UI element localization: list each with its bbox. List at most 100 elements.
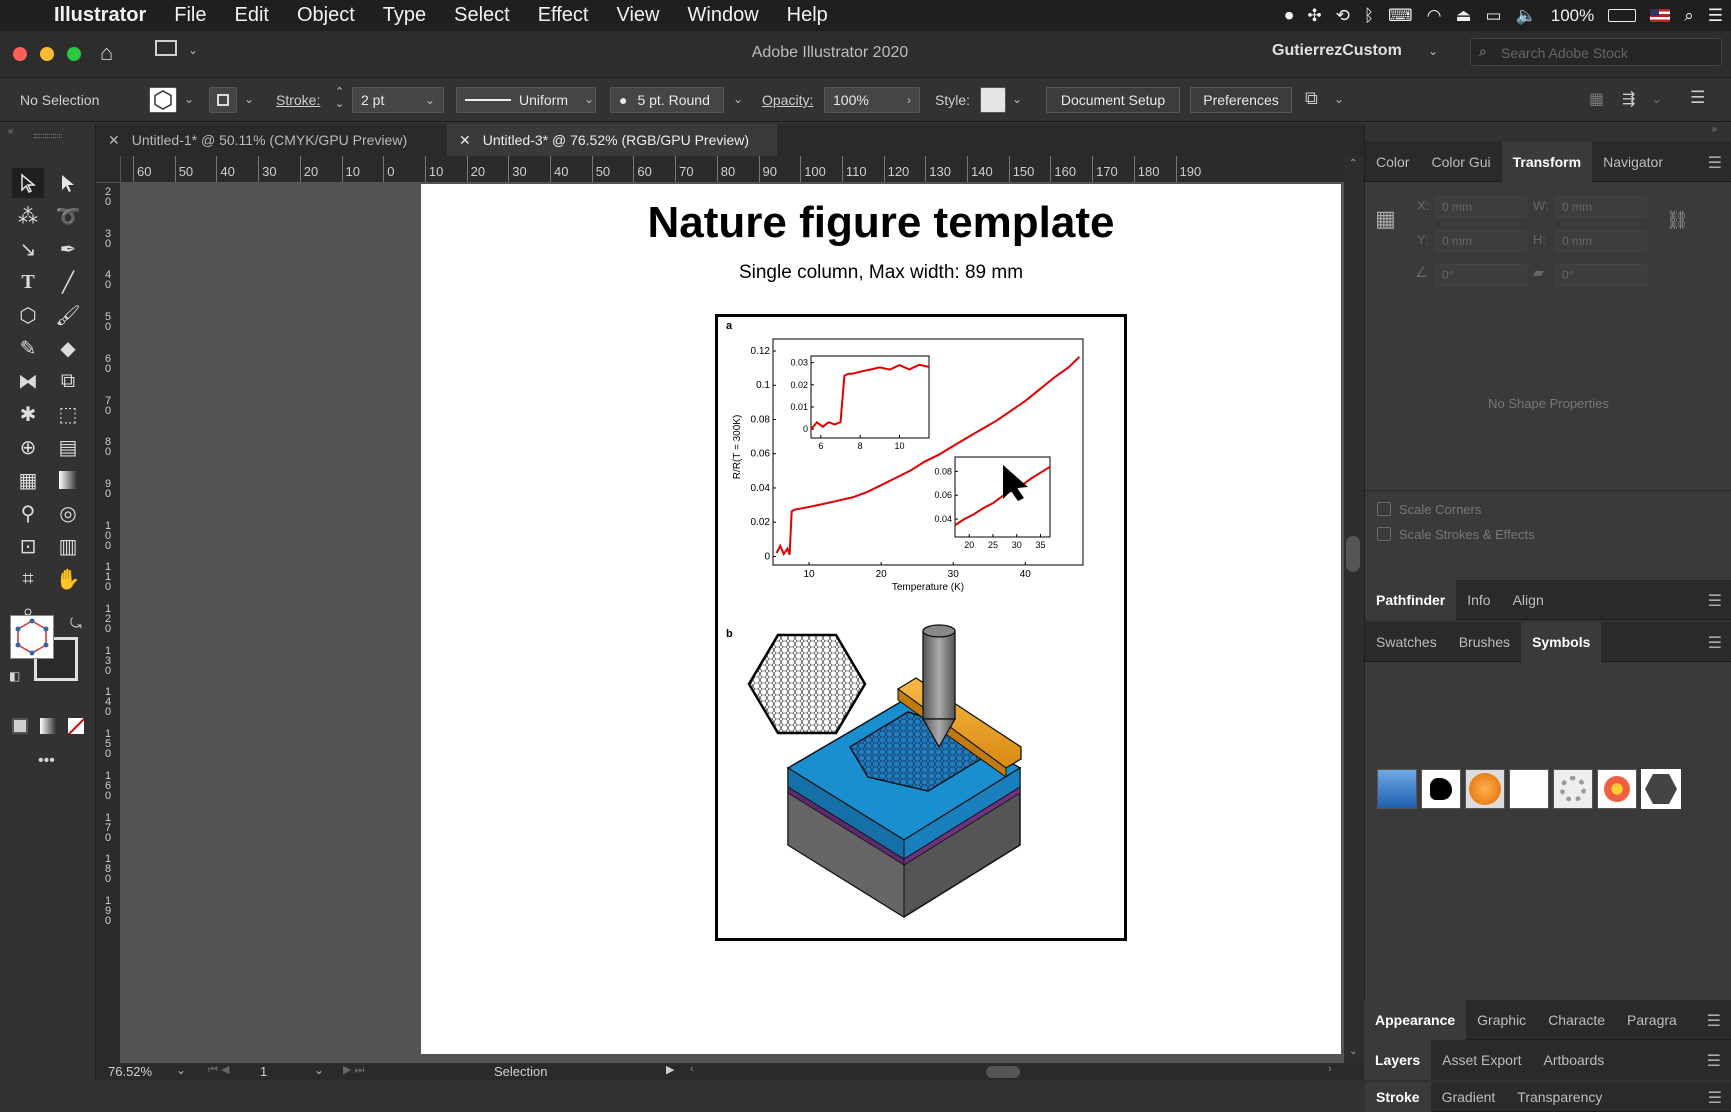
mesh-tool-icon[interactable]: ▦ (12, 465, 44, 495)
scroll-left-icon[interactable]: ‹ (690, 1063, 694, 1075)
symbol-flower[interactable] (1597, 769, 1637, 809)
menu-view[interactable]: View (603, 4, 674, 27)
scroll-down-icon[interactable]: ⌄ (1349, 1046, 1357, 1057)
menu-effect[interactable]: Effect (524, 4, 603, 27)
menu-window[interactable]: Window (674, 4, 773, 27)
tab-untitled-1[interactable]: ✕ Untitled-1* @ 50.11% (CMYK/GPU Preview… (96, 124, 446, 156)
tab-swatches[interactable]: Swatches (1365, 622, 1448, 662)
chevron-down-icon[interactable]: ⌄ (733, 92, 743, 106)
tab-navigator[interactable]: Navigator (1592, 142, 1674, 182)
menu-edit[interactable]: Edit (220, 4, 282, 27)
shaper-tool-icon[interactable]: ✎ (12, 333, 44, 363)
scroll-right-icon[interactable]: › (1328, 1063, 1332, 1075)
reflect-tool-icon[interactable]: ⧓ (12, 366, 44, 396)
gradient-tool-icon[interactable] (52, 465, 84, 495)
fan-icon[interactable]: ✣ (1307, 6, 1321, 26)
control-center-icon[interactable]: ☰ (1708, 6, 1723, 26)
fill-swatch[interactable] (149, 87, 177, 113)
opacity-label[interactable]: Opacity: (762, 92, 813, 108)
horizontal-scrollbar-thumb[interactable] (986, 1066, 1020, 1078)
next-artboard-icon[interactable]: ▶ ⏭ (343, 1063, 364, 1077)
tab-layers[interactable]: Layers (1364, 1040, 1432, 1080)
tab-transparency[interactable]: Transparency (1506, 1082, 1613, 1112)
figure-frame[interactable]: a b 10 20 30 40 0 0.02 0.04 0.06 0.08 0.1 0.12 R/R… (715, 314, 1127, 941)
column-graph-tool-icon[interactable]: ▥ (52, 531, 84, 561)
tab-pathfinder[interactable]: Pathfinder (1365, 579, 1457, 620)
battery-icon[interactable] (1608, 9, 1637, 22)
preferences-button[interactable]: Preferences (1190, 87, 1292, 113)
document-setup-button[interactable]: Document Setup (1046, 87, 1180, 113)
chevron-down-icon[interactable]: ⌄ (244, 92, 254, 106)
eject-icon[interactable]: ⏏ (1455, 6, 1471, 26)
align-grid-icon[interactable]: ▦ (1589, 89, 1604, 109)
symbol-orange-button[interactable] (1465, 769, 1505, 809)
chevron-down-icon[interactable]: ⌄ (184, 92, 194, 106)
bluetooth-icon[interactable]: ᛒ (1364, 6, 1374, 26)
status-menu-icon[interactable]: ▶ (666, 1063, 674, 1076)
more-tools-icon[interactable]: ••• (38, 752, 55, 770)
chevron-down-icon[interactable]: ⌄ (314, 1063, 324, 1077)
chevron-down-icon[interactable]: ⌄ (1334, 92, 1344, 106)
panel-menu-icon[interactable]: ☰ (1707, 1011, 1721, 1031)
arrange-icon[interactable]: ⇶ (1622, 89, 1635, 109)
blend-tool-icon[interactable]: ◎ (52, 498, 84, 528)
free-transform-tool-icon[interactable]: ⬚ (52, 399, 84, 429)
panel-menu-icon[interactable]: ☰ (1708, 153, 1722, 173)
artboard-tool-icon[interactable]: ⌗ (12, 564, 44, 594)
figure-subheading[interactable]: Single column, Max width: 89 mm (421, 262, 1341, 284)
direct-selection-tool-icon[interactable] (52, 168, 84, 198)
chevron-down-icon[interactable]: ⌄ (176, 1063, 186, 1077)
tab-transform[interactable]: Transform (1501, 141, 1593, 182)
none-mode-icon[interactable] (68, 718, 84, 734)
type-tool-icon[interactable]: T (12, 267, 44, 297)
tab-align[interactable]: Align (1502, 580, 1555, 620)
horizontal-ruler[interactable]: 60 50 40 30 20 10 0 10 20 30 40 50 60 70 80 90 100 110 120… (121, 156, 1344, 183)
panel-menu-icon[interactable]: ☰ (1707, 1051, 1721, 1071)
tab-info[interactable]: Info (1456, 580, 1501, 620)
stroke-stepper[interactable]: ⌃ ⌄ (335, 86, 344, 110)
chevron-down-icon[interactable]: ⌄ (584, 92, 594, 106)
color-mode-icon[interactable] (12, 718, 28, 734)
tab-character[interactable]: Characte (1537, 1000, 1616, 1040)
shear-input[interactable]: 0° (1555, 264, 1647, 286)
battery-percent[interactable]: 100% (1551, 6, 1594, 26)
stroke-label[interactable]: Stroke: (276, 92, 320, 108)
toolbar-grip[interactable] (34, 134, 62, 138)
tab-appearance[interactable]: Appearance (1364, 999, 1467, 1040)
variable-width-profile[interactable]: Uniform (456, 87, 596, 113)
scale-corners-checkbox[interactable] (1377, 502, 1391, 516)
fill-color-box[interactable] (10, 615, 54, 659)
stroke-weight-input[interactable]: 2 pt ⌄ (352, 87, 444, 113)
close-tab-icon[interactable]: ✕ (108, 132, 120, 149)
polygon-tool-icon[interactable]: ⬡ (12, 300, 44, 330)
close-tab-icon[interactable]: ✕ (459, 132, 471, 149)
panel-menu-icon[interactable]: ☰ (1690, 88, 1705, 108)
tab-untitled-3[interactable]: ✕ Untitled-3* @ 76.52% (RGB/GPU Preview) (447, 124, 777, 156)
figure-graphics[interactable]: 10 20 30 40 0 0.02 0.04 0.06 0.08 0.1 0.12 R/R(T =… (718, 317, 1124, 938)
symbol-blue-banner[interactable] (1377, 769, 1417, 809)
tab-stroke[interactable]: Stroke (1365, 1081, 1431, 1112)
select-similar-icon[interactable]: ⧉ (1305, 88, 1318, 109)
stroke-swatch[interactable] (209, 87, 237, 113)
collapse-dock-icon[interactable]: » (1711, 124, 1717, 135)
record-icon[interactable]: ⏺ (1285, 6, 1294, 26)
menu-select[interactable]: Select (440, 4, 524, 27)
chevron-down-icon[interactable]: ⌄ (1428, 44, 1438, 58)
menu-file[interactable]: File (160, 4, 220, 27)
tab-color[interactable]: Color (1365, 142, 1420, 182)
w-input[interactable]: 0 mm (1555, 196, 1647, 218)
first-artboard-icon[interactable]: ⏮ ◀ (208, 1063, 229, 1077)
graphic-style-swatch[interactable] (980, 87, 1006, 113)
wifi-icon[interactable]: ◠ (1427, 6, 1442, 26)
symbol-sprayer-tool-icon[interactable]: ⊡ (12, 531, 44, 561)
anchor-tool-icon[interactable]: ↘ (12, 234, 44, 264)
brush-definition[interactable]: ● 5 pt. Round (610, 87, 724, 113)
vertical-ruler[interactable]: 20 30 40 50 60 70 80 90 100 110 120 130 140 150 160 170… (96, 183, 121, 1063)
menu-help[interactable]: Help (773, 4, 842, 27)
panel-menu-icon[interactable]: ☰ (1708, 591, 1722, 611)
rotate-input[interactable]: 0° (1435, 264, 1527, 286)
airplay-icon[interactable]: ▭ (1486, 6, 1502, 26)
tab-brushes[interactable]: Brushes (1448, 622, 1521, 662)
workspace-switcher[interactable]: GutierrezCustom (1272, 42, 1402, 60)
canvas-area[interactable]: Nature figure template Single column, Ma… (121, 183, 1344, 1063)
